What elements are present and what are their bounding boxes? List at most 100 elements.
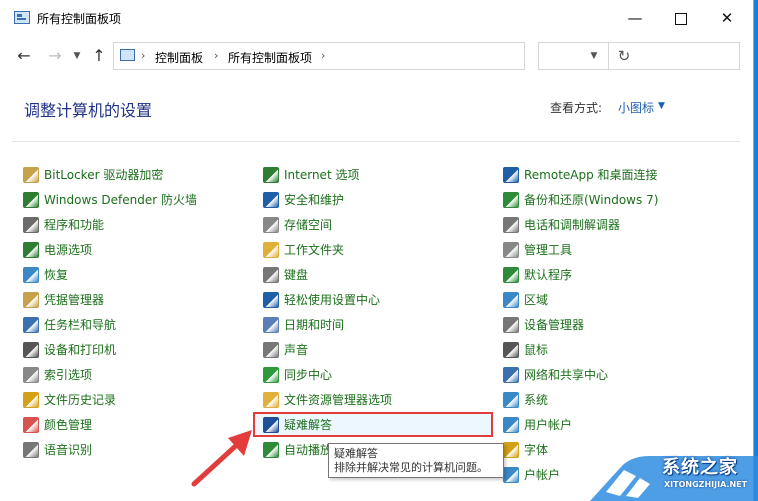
control-panel-item-label: 日期和时间 xyxy=(284,318,345,332)
control-panel-item-label: 颜色管理 xyxy=(44,418,93,432)
control-panel-item[interactable]: 恢复 xyxy=(23,262,197,287)
title-bar: 所有控制面板项 — ✕ xyxy=(0,0,753,36)
mouse-icon xyxy=(503,341,519,358)
control-panel-item[interactable]: 电源选项 xyxy=(23,237,197,262)
control-panel-item-label: 工作文件夹 xyxy=(284,243,345,257)
control-panel-item-label: 程序和功能 xyxy=(44,218,105,232)
navigation-bar: ← → ▼ ↑ › 控制面板 › 所有控制面板项 › ▼ ↻ xyxy=(0,36,753,76)
calendar-icon xyxy=(263,316,279,333)
address-control-panel-icon xyxy=(120,49,135,61)
bitlocker-icon xyxy=(23,166,39,183)
control-panel-item-label: BitLocker 驱动器加密 xyxy=(44,168,164,182)
maximize-icon xyxy=(675,12,687,25)
control-panel-item[interactable]: 键盘 xyxy=(263,262,392,287)
control-panel-item-label: 索引选项 xyxy=(44,368,93,382)
control-panel-item[interactable]: 声音 xyxy=(263,337,392,362)
control-panel-item[interactable]: 鼠标 xyxy=(503,337,658,362)
chevron-right-icon[interactable]: › xyxy=(321,49,325,62)
control-panel-item-label: 户帐户 xyxy=(524,468,561,482)
recent-locations-button[interactable]: ▼ xyxy=(66,44,88,68)
control-panel-item[interactable]: 颜色管理 xyxy=(23,412,197,437)
page-title: 调整计算机的设置 xyxy=(24,101,153,120)
folder-options-icon xyxy=(263,391,279,408)
control-panel-item[interactable]: 默认程序 xyxy=(503,262,658,287)
control-panel-item-label: 设备管理器 xyxy=(524,318,585,332)
control-panel-item[interactable]: 文件资源管理器选项 xyxy=(263,387,392,412)
tooltip-title: 疑难解答 xyxy=(334,447,378,460)
control-panel-item[interactable]: Internet 选项 xyxy=(263,162,392,187)
color-management-icon xyxy=(23,416,39,433)
control-panel-item[interactable]: 索引选项 xyxy=(23,362,197,387)
address-bar[interactable]: › 控制面板 › 所有控制面板项 › ▼ ↻ xyxy=(113,42,630,70)
control-panel-item[interactable]: 疑难解答 xyxy=(263,412,392,437)
minimize-button[interactable]: — xyxy=(612,0,658,36)
control-panel-item[interactable]: 语音识别 xyxy=(23,437,197,462)
network-icon xyxy=(503,366,519,383)
search-input[interactable] xyxy=(538,42,740,70)
control-panel-item-label: 电源选项 xyxy=(44,243,93,257)
control-panel-item-label: 文件资源管理器选项 xyxy=(284,393,393,407)
items-column-3: RemoteApp 和桌面连接 备份和还原(Windows 7) 电话和调制解调器管… xyxy=(503,162,658,487)
printer-icon xyxy=(23,341,39,358)
control-panel-item[interactable]: 存储空间 xyxy=(263,212,392,237)
recovery-icon xyxy=(23,266,39,283)
power-icon xyxy=(23,241,39,258)
control-panel-item[interactable]: 备份和还原(Windows 7) xyxy=(503,187,658,212)
control-panel-item[interactable]: 日期和时间 xyxy=(263,312,392,337)
control-panel-item[interactable]: 设备管理器 xyxy=(503,312,658,337)
keyboard-icon xyxy=(263,266,279,283)
back-button[interactable]: ← xyxy=(13,44,35,68)
control-panel-item[interactable]: RemoteApp 和桌面连接 xyxy=(503,162,658,187)
control-panel-item[interactable]: 用户帐户 xyxy=(503,412,658,437)
control-panel-item[interactable]: 工作文件夹 xyxy=(263,237,392,262)
control-panel-item[interactable]: 网络和共享中心 xyxy=(503,362,658,387)
forward-button[interactable]: → xyxy=(44,44,66,68)
control-panel-item-label: 声音 xyxy=(284,343,309,357)
control-panel-item-label: 电话和调制解调器 xyxy=(524,218,621,232)
control-panel-icon xyxy=(14,11,30,24)
tooltip-text: 排除并解决常见的计算机问题。 xyxy=(334,461,488,474)
control-panel-item[interactable]: 电话和调制解调器 xyxy=(503,212,658,237)
device-manager-icon xyxy=(503,316,519,333)
up-button[interactable]: ↑ xyxy=(88,44,110,68)
control-panel-item[interactable]: 区域 xyxy=(503,287,658,312)
breadcrumb-all-items[interactable]: 所有控制面板项 xyxy=(228,49,312,66)
speaker-icon xyxy=(263,341,279,358)
sync-icon xyxy=(263,366,279,383)
control-panel-item[interactable]: 凭据管理器 xyxy=(23,287,197,312)
control-panel-item-label: 用户帐户 xyxy=(524,418,573,432)
remoteapp-icon xyxy=(503,166,519,183)
control-panel-item[interactable]: 文件历史记录 xyxy=(23,387,197,412)
control-panel-item[interactable]: 任务栏和导航 xyxy=(23,312,197,337)
control-panel-item-label: 字体 xyxy=(524,443,549,457)
control-panel-item[interactable]: 设备和打印机 xyxy=(23,337,197,362)
taskbar-icon xyxy=(23,316,39,333)
control-panel-item[interactable]: 管理工具 xyxy=(503,237,658,262)
programs-icon xyxy=(23,216,39,233)
close-button[interactable]: ✕ xyxy=(704,0,750,36)
control-panel-item-label: Internet 选项 xyxy=(284,168,360,182)
control-panel-item[interactable]: Windows Defender 防火墙 xyxy=(23,187,197,212)
items-column-2: Internet 选项安全和维护存储空间工作文件夹键盘轻松使用设置中心日期和时间… xyxy=(263,162,392,462)
control-panel-item[interactable]: 系统 xyxy=(503,387,658,412)
maximize-button[interactable] xyxy=(658,0,704,36)
control-panel-item[interactable]: 轻松使用设置中心 xyxy=(263,287,392,312)
internet-icon xyxy=(263,166,279,183)
control-panel-item-label: 键盘 xyxy=(284,268,309,282)
control-panel-item-label: Windows Defender 防火墙 xyxy=(44,193,197,207)
control-panel-item[interactable]: BitLocker 驱动器加密 xyxy=(23,162,197,187)
chevron-right-icon[interactable]: › xyxy=(214,49,218,62)
control-panel-item[interactable]: 程序和功能 xyxy=(23,212,197,237)
control-panel-item[interactable]: 同步中心 xyxy=(263,362,392,387)
phone-icon xyxy=(503,216,519,233)
control-panel-item[interactable]: 安全和维护 xyxy=(263,187,392,212)
view-by-dropdown[interactable]: 小图标 xyxy=(618,99,654,116)
credential-icon xyxy=(23,291,39,308)
chevron-right-icon[interactable]: › xyxy=(141,49,145,62)
control-panel-item-label: 存储空间 xyxy=(284,218,333,232)
firewall-icon xyxy=(23,191,39,208)
caret-down-icon[interactable]: ▼ xyxy=(658,101,665,111)
autoplay-icon xyxy=(263,441,279,458)
index-icon xyxy=(23,366,39,383)
breadcrumb-control-panel[interactable]: 控制面板 xyxy=(155,49,203,66)
